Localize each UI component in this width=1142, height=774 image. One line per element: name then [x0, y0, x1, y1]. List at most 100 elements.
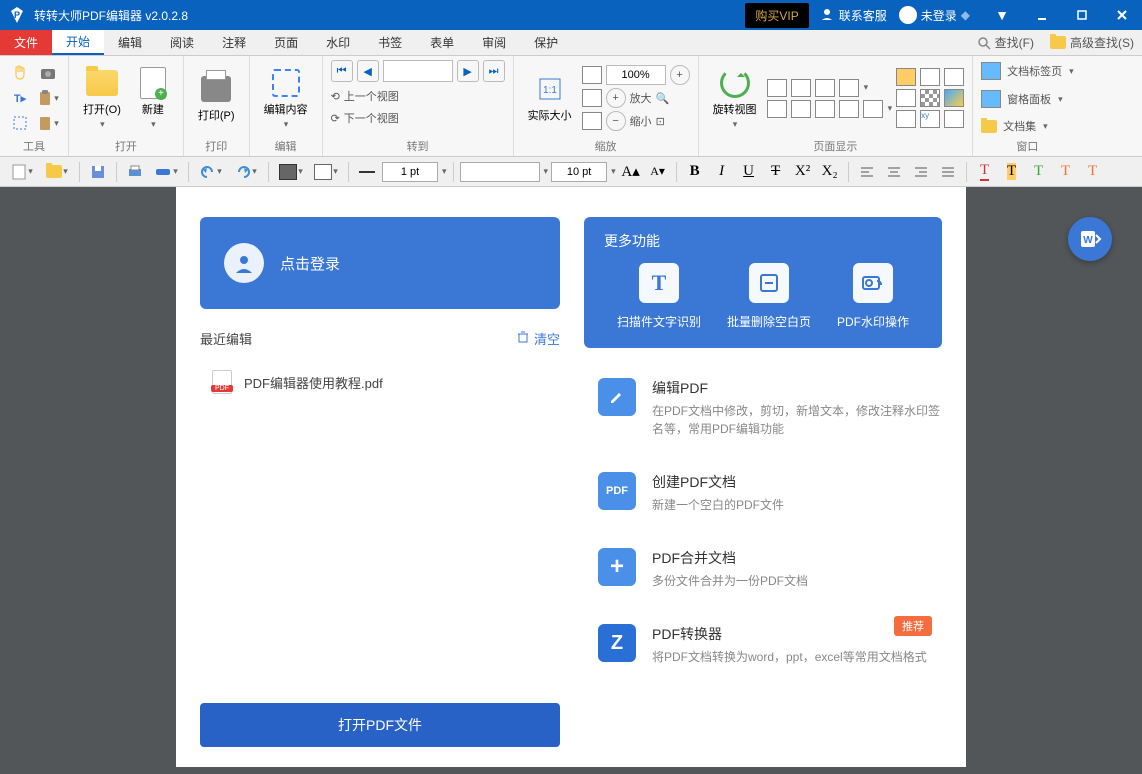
- subscript-button[interactable]: X₂: [818, 161, 842, 183]
- open-folder-button[interactable]: ▾: [41, 161, 73, 183]
- edit-content-button[interactable]: 编辑内容▾: [258, 65, 314, 132]
- layout-3-icon[interactable]: [815, 100, 835, 118]
- tab-start[interactable]: 开始: [52, 30, 104, 55]
- window-dropdown-button[interactable]: ▼: [982, 0, 1022, 30]
- recent-file-item[interactable]: PDF编辑器使用教程.pdf: [200, 370, 560, 394]
- facing-icon[interactable]: [815, 79, 835, 97]
- color-guide-icon[interactable]: [944, 89, 964, 107]
- tab-annotate[interactable]: 注释: [208, 30, 260, 55]
- new-doc-button[interactable]: ▾: [6, 161, 38, 183]
- open-button[interactable]: 打开(O)▾: [77, 65, 127, 132]
- feature-ocr[interactable]: T 扫描件文字识别: [617, 263, 701, 330]
- word-export-fab[interactable]: W: [1068, 217, 1112, 261]
- last-page-button[interactable]: ⏭: [483, 60, 505, 82]
- font-family-input[interactable]: [460, 162, 540, 182]
- maximize-button[interactable]: [1062, 0, 1102, 30]
- italic-button[interactable]: I: [710, 161, 734, 183]
- page-number-input[interactable]: [383, 60, 453, 82]
- tab-read[interactable]: 阅读: [156, 30, 208, 55]
- layout-5-icon[interactable]: [863, 100, 883, 118]
- checker-icon[interactable]: [920, 89, 940, 107]
- fit-page-icon[interactable]: [582, 66, 602, 84]
- rotate-view-button[interactable]: 旋转视图▾: [707, 65, 763, 132]
- feature-edit-pdf[interactable]: 编辑PDF 在PDF文档中修改，剪切，新增文本，修改注释水印签名等，常用PDF编…: [598, 378, 942, 438]
- line-style-button[interactable]: [355, 161, 379, 183]
- minimize-button[interactable]: [1022, 0, 1062, 30]
- continuous-icon[interactable]: [791, 79, 811, 97]
- undo-button[interactable]: ▾: [195, 161, 227, 183]
- print-small-button[interactable]: [123, 161, 147, 183]
- font-color-button[interactable]: T: [973, 161, 997, 183]
- scanner-button[interactable]: ▾: [150, 161, 182, 183]
- advanced-find-button[interactable]: 高级查找(S): [1042, 30, 1142, 55]
- align-center-button[interactable]: [882, 161, 906, 183]
- next-page-button[interactable]: ▶: [457, 60, 479, 82]
- feature-merge-pdf[interactable]: + PDF合并文档 多份文件合并为一份PDF文档: [598, 548, 942, 590]
- buy-vip-button[interactable]: 购买VIP: [745, 3, 808, 28]
- text-effect-3-button[interactable]: T: [1081, 161, 1105, 183]
- actual-size-button[interactable]: 1:1 实际大小: [522, 71, 578, 125]
- underline-button[interactable]: U: [737, 161, 761, 183]
- feature-create-pdf[interactable]: PDF 创建PDF文档 新建一个空白的PDF文件: [598, 472, 942, 514]
- ruler-toggle-icon[interactable]: [896, 89, 916, 107]
- clipboard-lock-button[interactable]: ▾: [36, 112, 60, 134]
- superscript-button[interactable]: X²: [791, 161, 815, 183]
- close-button[interactable]: [1102, 0, 1142, 30]
- layout-2-icon[interactable]: [791, 100, 811, 118]
- tab-page[interactable]: 页面: [260, 30, 312, 55]
- hand-tool-button[interactable]: [8, 62, 32, 84]
- open-pdf-button[interactable]: 打开PDF文件: [200, 703, 560, 747]
- ruler-icon[interactable]: [896, 68, 916, 86]
- tab-protect[interactable]: 保护: [520, 30, 572, 55]
- tab-watermark[interactable]: 水印: [312, 30, 364, 55]
- new-button[interactable]: + 新建▾: [131, 65, 175, 132]
- align-left-button[interactable]: [855, 161, 879, 183]
- clear-recent-button[interactable]: 清空: [516, 329, 560, 348]
- snapshot-button[interactable]: [36, 62, 60, 84]
- highlight-button[interactable]: T: [1000, 161, 1024, 183]
- find-button[interactable]: 查找(F): [969, 30, 1042, 55]
- snap-icon[interactable]: [896, 110, 916, 128]
- fill-color-button[interactable]: ▾: [275, 161, 307, 183]
- feature-watermark[interactable]: PDF水印操作: [837, 263, 909, 330]
- grid-icon[interactable]: [920, 68, 940, 86]
- first-page-button[interactable]: ⏮: [331, 60, 353, 82]
- layout-4-icon[interactable]: [839, 100, 859, 118]
- transform-icon[interactable]: [944, 110, 964, 128]
- continuous-facing-icon[interactable]: [839, 79, 859, 97]
- clipboard-button[interactable]: ▾: [36, 87, 60, 109]
- tab-edit[interactable]: 编辑: [104, 30, 156, 55]
- zoom-out-button[interactable]: −缩小⊡: [582, 111, 690, 131]
- zoom-input[interactable]: [606, 65, 666, 85]
- tab-review[interactable]: 审阅: [468, 30, 520, 55]
- panels-button[interactable]: 窗格面板▾: [981, 88, 1074, 110]
- font-size-input[interactable]: [551, 162, 607, 182]
- text-effect-2-button[interactable]: T: [1054, 161, 1078, 183]
- tab-form[interactable]: 表单: [416, 30, 468, 55]
- increase-font-button[interactable]: A▴: [619, 161, 643, 183]
- text-effect-1-button[interactable]: T: [1027, 161, 1051, 183]
- next-view-button[interactable]: ⟳下一个视图: [331, 110, 399, 126]
- bold-button[interactable]: B: [683, 161, 707, 183]
- zoom-in-round-button[interactable]: +: [670, 65, 690, 85]
- login-card[interactable]: 点击登录: [200, 217, 560, 309]
- align-right-button[interactable]: [909, 161, 933, 183]
- align-justify-button[interactable]: [936, 161, 960, 183]
- stroke-color-button[interactable]: ▾: [310, 161, 342, 183]
- tab-bookmark[interactable]: 书签: [364, 30, 416, 55]
- zoom-in-button[interactable]: +放大🔍: [582, 88, 690, 108]
- strikethrough-button[interactable]: T: [764, 161, 788, 183]
- guides-icon[interactable]: [944, 68, 964, 86]
- docset-button[interactable]: 文档集▾: [981, 116, 1074, 136]
- save-button[interactable]: [86, 161, 110, 183]
- measure-icon[interactable]: xy: [920, 110, 940, 128]
- line-width-input[interactable]: [382, 162, 438, 182]
- feature-pdf-converter[interactable]: 推荐 Z PDF转换器 将PDF文档转换为word，ppt，excel等常用文档…: [598, 624, 942, 666]
- prev-page-button[interactable]: ◀: [357, 60, 379, 82]
- redo-button[interactable]: ▾: [230, 161, 262, 183]
- layout-1-icon[interactable]: [767, 100, 787, 118]
- print-button[interactable]: 打印(P): [192, 71, 241, 125]
- doc-tabs-button[interactable]: 文档标签页▾: [981, 60, 1074, 82]
- single-page-icon[interactable]: [767, 79, 787, 97]
- prev-view-button[interactable]: ⟲上一个视图: [331, 88, 399, 104]
